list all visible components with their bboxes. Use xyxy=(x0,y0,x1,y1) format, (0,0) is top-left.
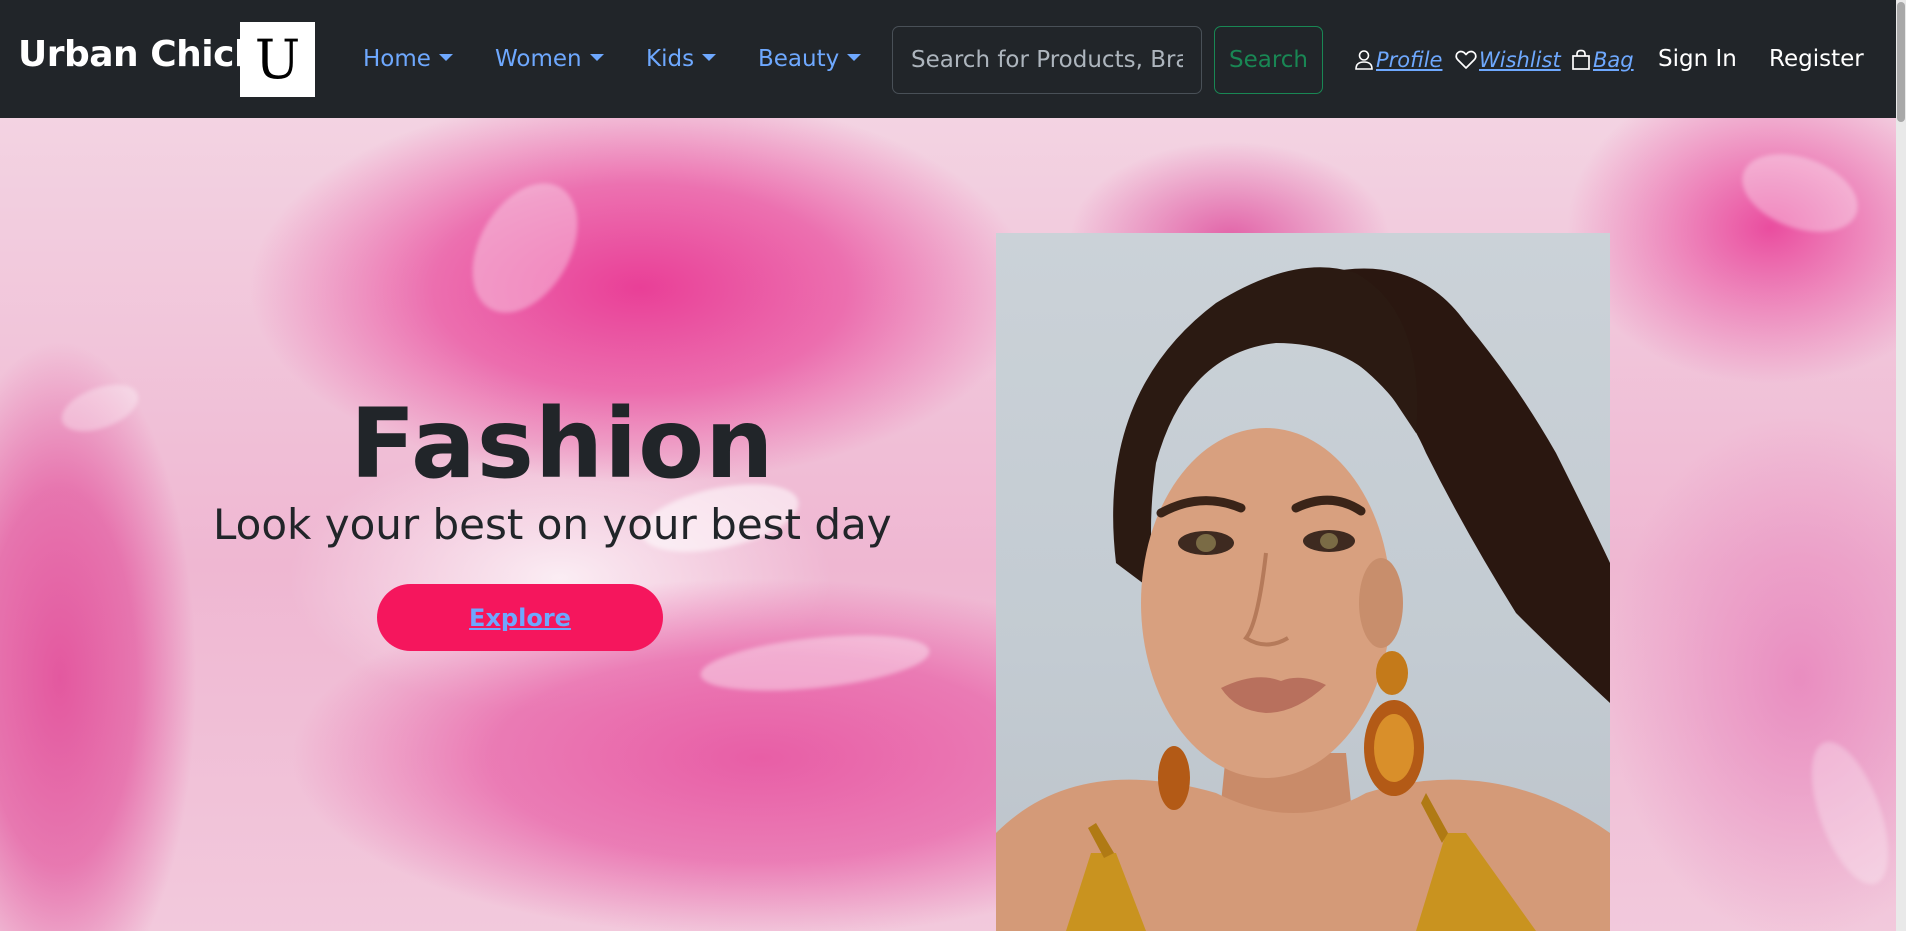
brand-name[interactable]: Urban Chick xyxy=(18,34,258,75)
bag-link[interactable]: Bag xyxy=(1571,48,1634,72)
nav-dropdown-label: Home xyxy=(363,46,431,72)
nav-dropdown-beauty[interactable]: Beauty xyxy=(758,46,862,72)
model-illustration xyxy=(996,267,1610,931)
bag-link-label[interactable]: Bag xyxy=(1593,48,1634,72)
search-input[interactable] xyxy=(892,26,1202,94)
hero-subtitle: Look your best on your best day xyxy=(213,500,892,549)
explore-button-label: Explore xyxy=(469,603,571,632)
nav-dropdown-home[interactable]: Home xyxy=(363,46,453,72)
wishlist-link[interactable]: Wishlist xyxy=(1455,48,1561,72)
background-gloss xyxy=(451,164,599,332)
caret-down-icon xyxy=(847,53,862,61)
background-gloss xyxy=(55,375,145,441)
caret-down-icon xyxy=(438,53,453,61)
nav-dropdown-women[interactable]: Women xyxy=(495,46,604,72)
profile-link[interactable]: Profile xyxy=(1354,48,1442,72)
explore-button[interactable]: Explore xyxy=(377,584,663,651)
search-button[interactable]: Search xyxy=(1214,26,1323,94)
background-gloss xyxy=(1731,139,1869,247)
caret-down-icon xyxy=(702,53,717,61)
person-icon xyxy=(1355,50,1373,70)
nav-dropdown-label: Kids xyxy=(646,46,695,72)
brand-logo[interactable]: U xyxy=(240,22,315,97)
nav-dropdown-label: Beauty xyxy=(758,46,840,72)
nav-dropdown-label: Women xyxy=(495,46,582,72)
model-photo xyxy=(996,233,1610,931)
background-gloss xyxy=(1796,732,1904,894)
caret-down-icon xyxy=(589,53,604,61)
sign-in-link[interactable]: Sign In xyxy=(1658,46,1737,72)
bag-icon xyxy=(1572,49,1590,70)
navbar: Urban Chick U Home Women Kids Beauty Sea… xyxy=(0,0,1906,118)
scrollbar-thumb[interactable] xyxy=(1897,2,1905,122)
hero-title: Fashion xyxy=(350,388,775,500)
wishlist-link-label[interactable]: Wishlist xyxy=(1479,48,1561,72)
page-scrollbar[interactable] xyxy=(1896,0,1906,931)
background-gloss xyxy=(698,626,932,700)
heart-icon xyxy=(1455,50,1477,69)
profile-link-label[interactable]: Profile xyxy=(1376,48,1442,72)
hero-section: Fashion Look your best on your best day … xyxy=(0,118,1906,931)
register-link[interactable]: Register xyxy=(1769,46,1864,72)
nav-dropdown-kids[interactable]: Kids xyxy=(646,46,717,72)
